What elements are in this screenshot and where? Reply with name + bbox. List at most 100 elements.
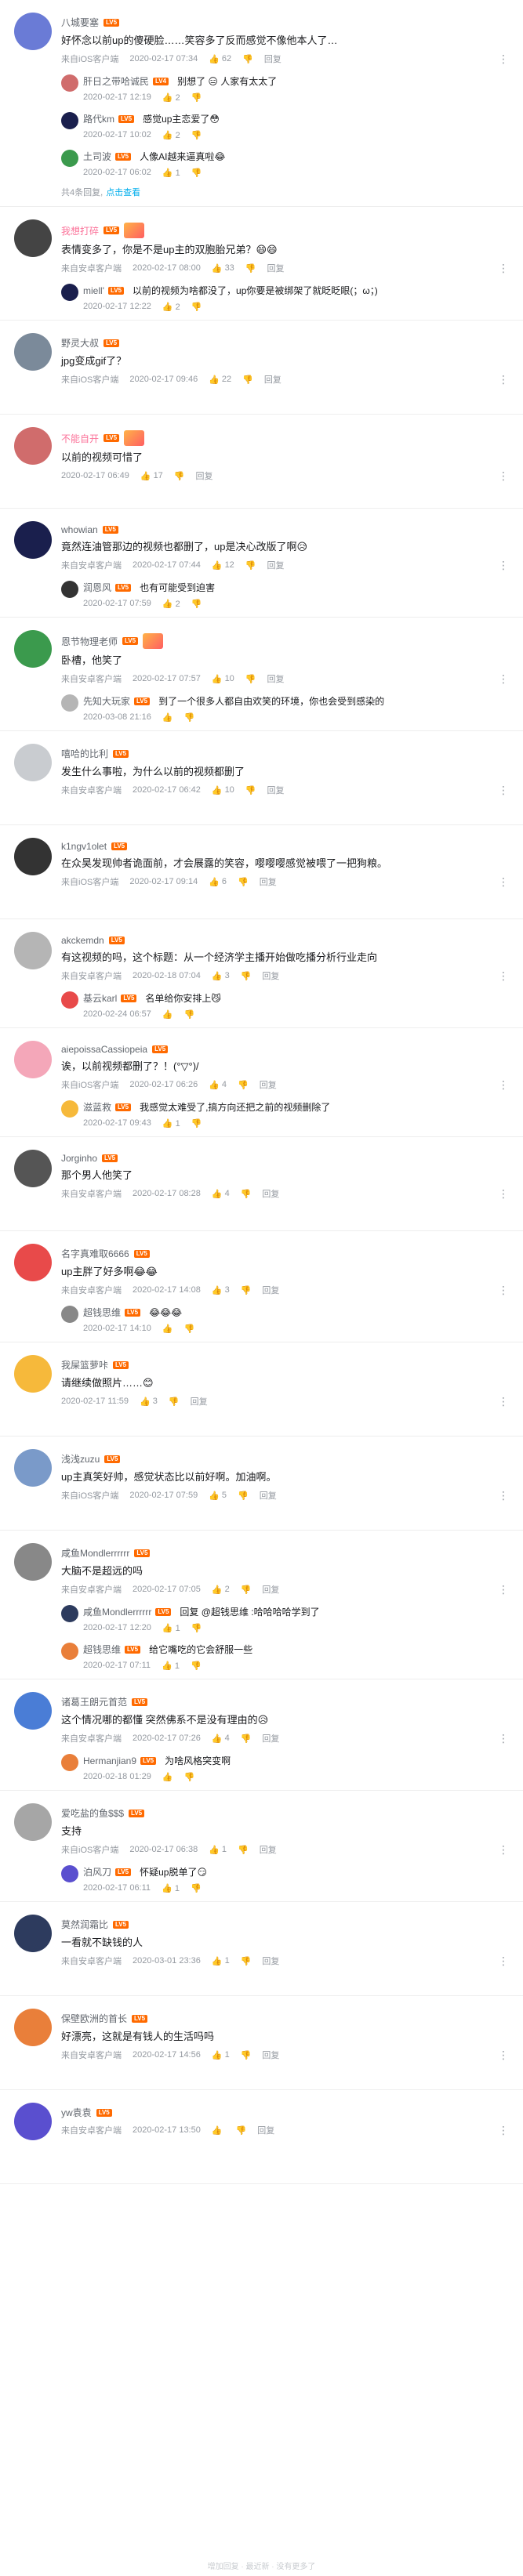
like-button[interactable]: 👍 4 — [209, 1080, 227, 1090]
like-button[interactable]: 👍 1 — [212, 2050, 230, 2060]
reply-avatar[interactable] — [61, 1605, 78, 1622]
reply-button[interactable]: 回复 — [260, 1078, 277, 1091]
like-button[interactable]: 👍 3 — [212, 971, 230, 981]
reply-avatar[interactable] — [61, 581, 78, 598]
user-avatar[interactable] — [14, 1803, 52, 1841]
user-avatar[interactable] — [14, 744, 52, 781]
more-options-icon[interactable]: ⋮ — [498, 1955, 509, 1968]
username[interactable]: 爱吃盐的鱼$$$ — [61, 1806, 124, 1820]
reply-button[interactable]: 回复 — [267, 559, 285, 571]
like-button[interactable]: 👍 1 — [209, 1845, 227, 1855]
reply-dislike-button[interactable]: 👎 — [191, 92, 202, 103]
username[interactable]: yw袁袁 — [61, 2106, 92, 2119]
user-avatar[interactable] — [14, 1449, 52, 1487]
user-avatar[interactable] — [14, 219, 52, 257]
reply-button[interactable]: 回复 — [262, 1284, 279, 1296]
like-button[interactable]: 👍 12 — [212, 560, 234, 571]
more-options-icon[interactable]: ⋮ — [498, 784, 509, 797]
user-avatar[interactable] — [14, 1543, 52, 1581]
user-avatar[interactable] — [14, 521, 52, 559]
reply-like-button[interactable]: 👍 1 — [162, 1623, 180, 1633]
reply-dislike-button[interactable]: 👎 — [191, 302, 202, 312]
reply-username[interactable]: 滋蓝救 — [83, 1100, 111, 1114]
user-avatar[interactable] — [14, 932, 52, 969]
reply-avatar[interactable] — [61, 1306, 78, 1323]
more-options-icon[interactable]: ⋮ — [498, 1732, 509, 1745]
more-options-icon[interactable]: ⋮ — [498, 373, 509, 386]
reply-button[interactable]: 回复 — [262, 2049, 279, 2061]
more-options-icon[interactable]: ⋮ — [498, 53, 509, 66]
reply-like-button[interactable]: 👍 1 — [162, 1883, 180, 1893]
reply-like-button[interactable]: 👍 — [162, 1009, 173, 1020]
like-button[interactable]: 👍 10 — [212, 785, 234, 795]
user-avatar[interactable] — [14, 1244, 52, 1281]
like-button[interactable]: 👍 5 — [209, 1491, 227, 1501]
dislike-button[interactable]: 👎 — [241, 2050, 252, 2060]
username[interactable]: 咸鱼Mondlerrrrrr — [61, 1546, 129, 1560]
reply-button[interactable]: 回复 — [267, 672, 285, 685]
username[interactable]: 我想打碎 — [61, 224, 99, 237]
username[interactable]: 名字真难取6666 — [61, 1247, 129, 1260]
username[interactable]: 浅浅zuzu — [61, 1452, 100, 1466]
reply-dislike-button[interactable]: 👎 — [184, 1324, 195, 1334]
more-options-icon[interactable]: ⋮ — [498, 1843, 509, 1857]
like-button[interactable]: 👍 — [212, 2125, 225, 2136]
reply-avatar[interactable] — [61, 1754, 78, 1771]
reply-avatar[interactable] — [61, 694, 78, 712]
reply-button[interactable]: 回复 — [264, 53, 281, 65]
dislike-button[interactable]: 👎 — [241, 1956, 252, 1966]
user-avatar[interactable] — [14, 2009, 52, 2046]
more-options-icon[interactable]: ⋮ — [498, 1284, 509, 1297]
reply-dislike-button[interactable]: 👎 — [191, 168, 202, 178]
username[interactable]: Jorginho — [61, 1153, 97, 1164]
dislike-button[interactable]: 👎 — [241, 1189, 252, 1199]
reply-avatar[interactable] — [61, 284, 78, 301]
more-options-icon[interactable]: ⋮ — [498, 262, 509, 275]
reply-button[interactable]: 回复 — [262, 1187, 279, 1200]
more-options-icon[interactable]: ⋮ — [498, 2124, 509, 2137]
reply-like-button[interactable]: 👍 2 — [162, 92, 180, 103]
dislike-button[interactable]: 👎 — [238, 1491, 249, 1501]
username[interactable]: 我屎篮萝咔 — [61, 1358, 108, 1371]
username[interactable]: k1ngv1olet — [61, 841, 107, 852]
username[interactable]: akckemdn — [61, 935, 104, 946]
dislike-button[interactable]: 👎 — [245, 263, 256, 274]
reply-avatar[interactable] — [61, 991, 78, 1009]
reply-button[interactable]: 回复 — [257, 2124, 274, 2136]
more-options-icon[interactable]: ⋮ — [498, 875, 509, 889]
username[interactable]: 保壁欧洲的首长 — [61, 2012, 127, 2025]
reply-like-button[interactable]: 👍 1 — [162, 168, 180, 178]
more-options-icon[interactable]: ⋮ — [498, 969, 509, 983]
username[interactable]: 诸葛王朗元首范 — [61, 1695, 127, 1708]
reply-dislike-button[interactable]: 👎 — [191, 130, 202, 140]
like-button[interactable]: 👍 2 — [212, 1585, 230, 1595]
reply-avatar[interactable] — [61, 1865, 78, 1882]
more-options-icon[interactable]: ⋮ — [498, 1489, 509, 1502]
reply-avatar[interactable] — [61, 1100, 78, 1118]
more-options-icon[interactable]: ⋮ — [498, 1395, 509, 1408]
user-avatar[interactable] — [14, 1041, 52, 1078]
dislike-button[interactable]: 👎 — [241, 1585, 252, 1595]
reply-dislike-button[interactable]: 👎 — [191, 1661, 202, 1671]
dislike-button[interactable]: 👎 — [169, 1397, 180, 1407]
like-button[interactable]: 👍 17 — [140, 471, 163, 481]
reply-button[interactable]: 回复 — [262, 969, 279, 982]
reply-button[interactable]: 回复 — [260, 1843, 277, 1856]
like-button[interactable]: 👍 6 — [209, 877, 227, 887]
reply-username[interactable]: 超钱思维 — [83, 1306, 121, 1319]
reply-button[interactable]: 回复 — [267, 262, 285, 274]
reply-like-button[interactable]: 👍 2 — [162, 302, 180, 312]
username[interactable]: whowian — [61, 524, 98, 535]
like-button[interactable]: 👍 10 — [212, 674, 234, 684]
reply-username[interactable]: 泊风刀 — [83, 1865, 111, 1879]
user-avatar[interactable] — [14, 838, 52, 875]
reply-username[interactable]: 超钱思维 — [83, 1643, 121, 1656]
dislike-button[interactable]: 👎 — [238, 877, 249, 887]
reply-like-button[interactable]: 👍 — [162, 1772, 173, 1782]
reply-like-button[interactable]: 👍 1 — [162, 1118, 180, 1129]
reply-username[interactable]: 咸鱼Mondlerrrrrr — [83, 1605, 151, 1618]
reply-avatar[interactable] — [61, 112, 78, 129]
reply-like-button[interactable]: 👍 — [162, 1324, 173, 1334]
reply-button[interactable]: 回复 — [267, 784, 285, 796]
view-more-link[interactable]: 点击查看 — [106, 188, 140, 197]
